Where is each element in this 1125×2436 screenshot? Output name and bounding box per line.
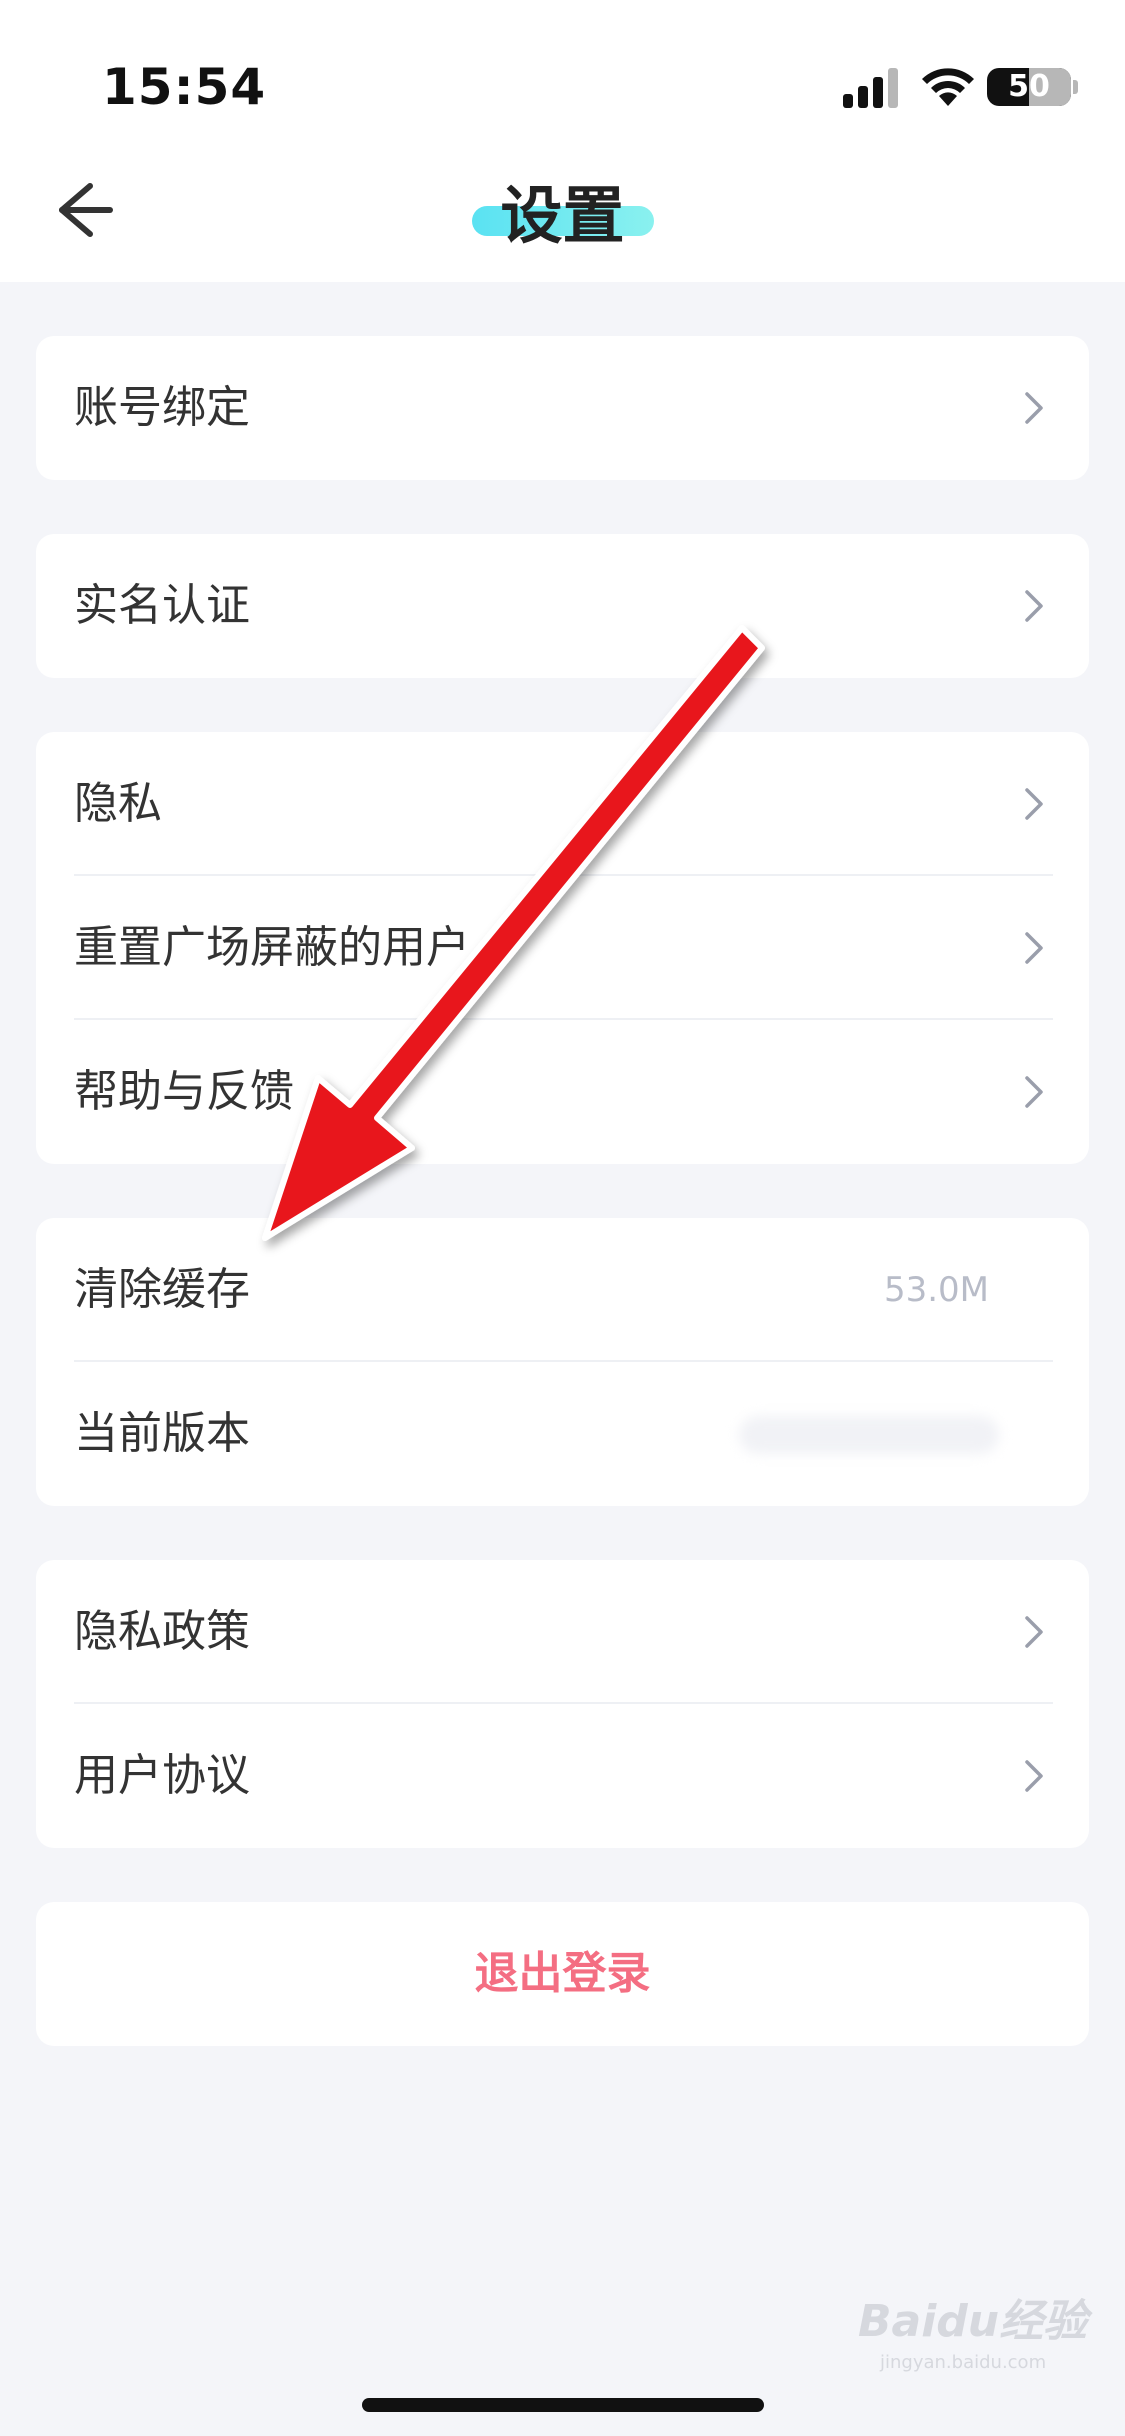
settings-card-verification: 实名认证 <box>36 534 1089 678</box>
row-label: 实名认证 <box>74 580 250 631</box>
status-bar: 15:54 50 <box>0 0 1125 150</box>
row-label: 隐私 <box>74 778 162 829</box>
settings-card-legal: 隐私政策 用户协议 <box>36 1560 1089 1848</box>
settings-card-account: 账号绑定 <box>36 336 1089 480</box>
chevron-right-icon <box>1025 590 1043 622</box>
baidu-watermark: Baidu经验 <box>858 2296 1088 2347</box>
row-label: 用户协议 <box>74 1750 250 1801</box>
chevron-right-icon <box>1025 1760 1043 1792</box>
row-privacy[interactable]: 隐私 <box>36 732 1089 876</box>
logout-button[interactable]: 退出登录 <box>36 1902 1089 2046</box>
row-account-binding[interactable]: 账号绑定 <box>36 336 1089 480</box>
status-time: 15:54 <box>102 58 267 116</box>
nav-bar: 设置 <box>0 150 1125 282</box>
row-current-version: 当前版本 <box>36 1362 1089 1506</box>
row-label: 当前版本 <box>74 1408 250 1459</box>
home-indicator[interactable] <box>362 2398 764 2412</box>
chevron-right-icon <box>1025 392 1043 424</box>
baidu-watermark-url: jingyan.baidu.com <box>880 2352 1047 2373</box>
row-real-name-verification[interactable]: 实名认证 <box>36 534 1089 678</box>
cache-size-value: 53.0M <box>883 1270 989 1310</box>
row-label: 账号绑定 <box>74 382 250 433</box>
settings-card-privacy: 隐私 重置广场屏蔽的用户 帮助与反馈 <box>36 732 1089 1164</box>
version-value-blurred <box>739 1416 999 1454</box>
battery-icon: 50 <box>987 68 1071 106</box>
battery-level: 50 <box>1008 69 1050 104</box>
row-help-feedback[interactable]: 帮助与反馈 <box>36 1020 1089 1164</box>
row-reset-blocked-users[interactable]: 重置广场屏蔽的用户 <box>36 876 1089 1020</box>
row-label: 帮助与反馈 <box>74 1066 294 1117</box>
chevron-right-icon <box>1025 932 1043 964</box>
logout-card: 退出登录 <box>36 1902 1089 2046</box>
settings-card-storage: 清除缓存 53.0M 当前版本 <box>36 1218 1089 1506</box>
chevron-right-icon <box>1025 1616 1043 1648</box>
wifi-icon <box>922 68 974 106</box>
row-clear-cache[interactable]: 清除缓存 53.0M <box>36 1218 1089 1362</box>
row-privacy-policy[interactable]: 隐私政策 <box>36 1560 1089 1704</box>
row-label: 清除缓存 <box>74 1264 250 1315</box>
row-user-agreement[interactable]: 用户协议 <box>36 1704 1089 1848</box>
row-label: 隐私政策 <box>74 1606 250 1657</box>
battery-cap <box>1073 80 1078 94</box>
row-label: 重置广场屏蔽的用户 <box>74 922 470 973</box>
chevron-right-icon <box>1025 788 1043 820</box>
page-title: 设置 <box>500 179 625 252</box>
chevron-right-icon <box>1025 1076 1043 1108</box>
cellular-signal-icon <box>843 68 898 108</box>
